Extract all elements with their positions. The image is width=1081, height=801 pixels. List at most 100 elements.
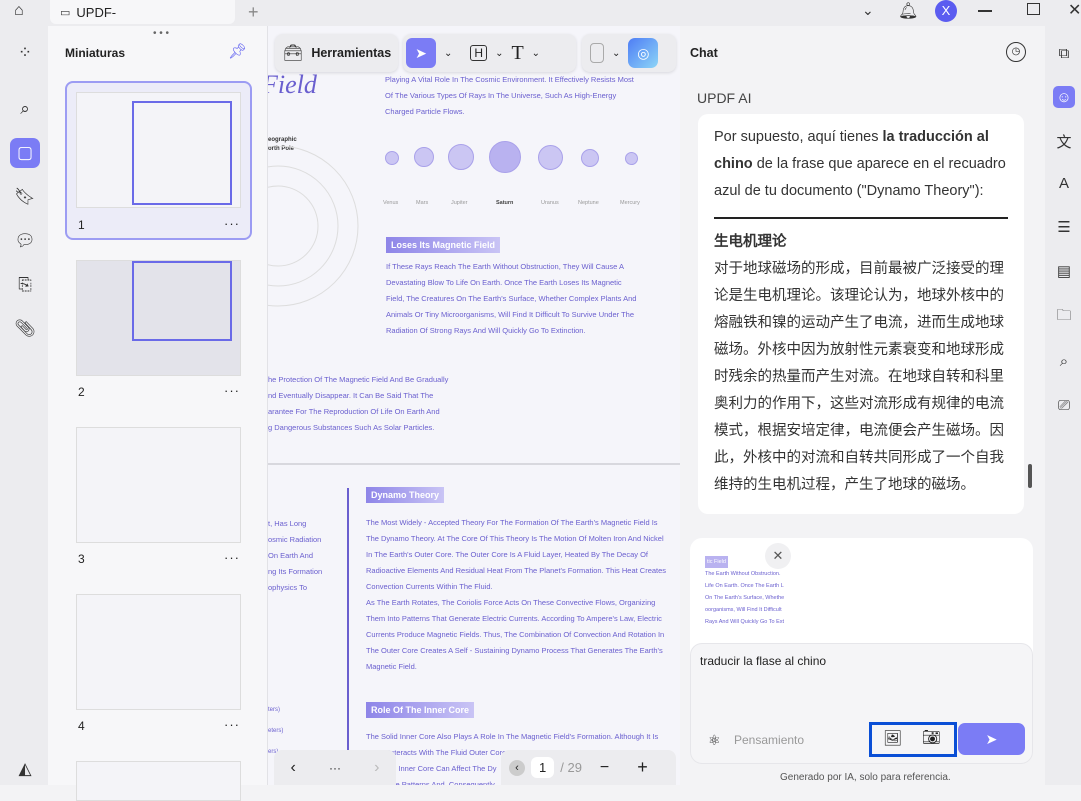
chat-title: Chat: [690, 46, 718, 60]
planet-mars: [414, 147, 434, 167]
planet-label: Uranus: [541, 200, 559, 206]
thumbnail-page-3[interactable]: [76, 427, 241, 543]
text-tool-icon[interactable]: T: [511, 42, 523, 65]
title-bar: ⌂ ▭ UPDF- + ⌄ 🔔︎ X ✕: [0, 0, 1081, 26]
chevron-down-icon[interactable]: ⌄: [444, 48, 452, 59]
present-icon[interactable]: ⎚: [1053, 394, 1075, 416]
ai-chat-icon[interactable]: ☺: [1053, 86, 1075, 108]
bell-icon[interactable]: 🔔︎: [898, 1, 918, 21]
more-icon[interactable]: ···: [224, 216, 240, 231]
ai-assistant-icon[interactable]: ◎: [628, 38, 659, 68]
reader-icon[interactable]: ⧉: [1053, 42, 1075, 64]
thumbnail-page-5[interactable]: [76, 761, 241, 801]
close-icon[interactable]: ✕: [1068, 0, 1081, 20]
message-input-text[interactable]: traducir la flase al chino: [700, 654, 826, 668]
tools-button[interactable]: 🧰︎ Herramientas: [275, 34, 398, 72]
zoom-in-icon[interactable]: +: [637, 757, 648, 778]
apps-icon[interactable]: ⁘: [10, 38, 40, 68]
thumbnail-page-2[interactable]: [76, 260, 241, 376]
home-icon[interactable]: ⌂: [14, 2, 24, 20]
loses-text: If These Rays Reach The Earth Without Ob…: [386, 262, 637, 335]
planet-jupiter: [448, 144, 474, 170]
heading-tool-icon[interactable]: H: [470, 45, 488, 61]
stamp-tool-icon[interactable]: [590, 43, 604, 63]
intro-text: Playing A Vital Role In The Cosmic Envir…: [385, 75, 634, 116]
more-icon[interactable]: ···: [224, 550, 240, 565]
translate-icon[interactable]: 文: [1053, 130, 1075, 152]
page-number: 2: [78, 385, 85, 399]
bookmark-icon[interactable]: 🔖︎: [10, 182, 40, 212]
planet-venus: [385, 151, 399, 165]
ocr-icon[interactable]: A: [1053, 172, 1075, 194]
atom-icon[interactable]: ⚛: [708, 732, 721, 749]
more-icon[interactable]: ···: [224, 383, 240, 398]
page-total: / 29: [560, 760, 582, 775]
tab-title: UPDF-: [76, 4, 117, 20]
planet-mercury: [625, 152, 638, 165]
page-controls: ‹ 1 / 29 − +: [501, 750, 676, 785]
new-tab-icon[interactable]: +: [248, 2, 259, 23]
protection-text: he Protection Of The Magnetic Field And …: [268, 375, 449, 432]
panel-drag-handle[interactable]: • • •: [153, 28, 169, 39]
planet-label: Venus: [383, 200, 399, 206]
translation-body: 对于地球磁场的形成，目前最被广泛接受的理论是生电机理论。该理论认为，地球外核中的…: [714, 260, 1004, 493]
chevron-down-icon[interactable]: ⌄: [495, 48, 503, 59]
planet-label: Neptune: [578, 200, 599, 206]
planet-uranus: [538, 145, 563, 170]
chevron-down-icon[interactable]: ⌄: [612, 48, 620, 59]
minimize-icon[interactable]: [978, 10, 992, 12]
search-icon[interactable]: ⌕: [10, 94, 40, 124]
previous-page-icon[interactable]: ‹: [509, 759, 525, 776]
section-heading: Loses Its Magnetic Field: [386, 237, 501, 253]
page-separator: [268, 463, 680, 465]
document-tab[interactable]: ▭ UPDF-: [50, 0, 235, 24]
send-button[interactable]: ➤: [958, 723, 1025, 755]
screenshot-icon[interactable]: 📷︎: [922, 728, 941, 746]
stamp-icon[interactable]: ⎘: [10, 270, 40, 300]
folder-icon[interactable]: 🗀: [1053, 306, 1075, 328]
page-number: 4: [78, 719, 85, 733]
history-icon[interactable]: ◷: [1006, 42, 1026, 62]
select-cursor-icon[interactable]: ➤: [406, 38, 436, 68]
thumbnails-icon[interactable]: ▢: [10, 138, 40, 168]
back-icon[interactable]: ‹: [291, 759, 296, 777]
planet-label: Jupiter: [451, 200, 468, 206]
search-document-icon[interactable]: ⌕: [1053, 350, 1075, 372]
avatar[interactable]: X: [935, 0, 957, 22]
document-icon: ▭: [60, 6, 71, 19]
forward-icon[interactable]: ›: [374, 759, 379, 777]
page-number: 1: [78, 218, 85, 232]
planet-saturn: [489, 141, 521, 173]
magnetic-field-diagram: [268, 146, 359, 307]
doc-title: Field: [268, 70, 317, 99]
document-viewer[interactable]: Field Playing A Vital Role In The Cosmic…: [268, 26, 680, 785]
comment-icon[interactable]: 💬︎: [10, 226, 40, 256]
page-input[interactable]: 1: [531, 757, 555, 778]
chevron-down-icon[interactable]: ⌄: [532, 48, 540, 59]
message-intro: Por supuesto, aquí tienes la traducción …: [714, 129, 1006, 199]
translation-heading: 生电机理论: [714, 233, 787, 250]
scrollbar[interactable]: [1028, 464, 1032, 488]
pin-icon[interactable]: 📌︎: [228, 42, 247, 60]
thumbnail-page-1[interactable]: [76, 92, 241, 208]
more-icon[interactable]: ···: [224, 717, 240, 732]
maximize-icon[interactable]: [1027, 3, 1040, 15]
book-icon[interactable]: ▤: [1053, 260, 1075, 282]
planet-neptune: [581, 149, 599, 167]
remove-attachment-icon[interactable]: ✕: [765, 543, 791, 569]
left-column-text: t, Has Long osmic Radiation On Earth And ng…: [268, 519, 323, 592]
right-toolbar: ⧉ ☺ 文 A ☰ ▤ 🗀 ⌕ ⎚: [1045, 26, 1081, 785]
planet-label: Mercury: [620, 200, 640, 206]
section-heading-inner-core: Role Of The Inner Core: [366, 702, 475, 718]
ai-message: Por supuesto, aquí tienes la traducción …: [698, 114, 1024, 514]
attachment-icon[interactable]: 📎︎: [10, 314, 40, 344]
thinking-toggle[interactable]: Pensamiento: [734, 733, 804, 747]
thumbnail-page-4[interactable]: [76, 594, 241, 710]
dynamo-text: The Most Widely - Accepted Theory For Th…: [366, 518, 667, 671]
layers-icon[interactable]: ◭: [10, 754, 40, 784]
chevron-down-icon[interactable]: ⌄: [862, 2, 874, 19]
form-icon[interactable]: ☰: [1053, 216, 1075, 238]
more-icon[interactable]: ···: [329, 761, 341, 775]
image-ai-icon[interactable]: 🖼︎: [883, 729, 902, 747]
zoom-out-icon[interactable]: −: [600, 759, 609, 777]
